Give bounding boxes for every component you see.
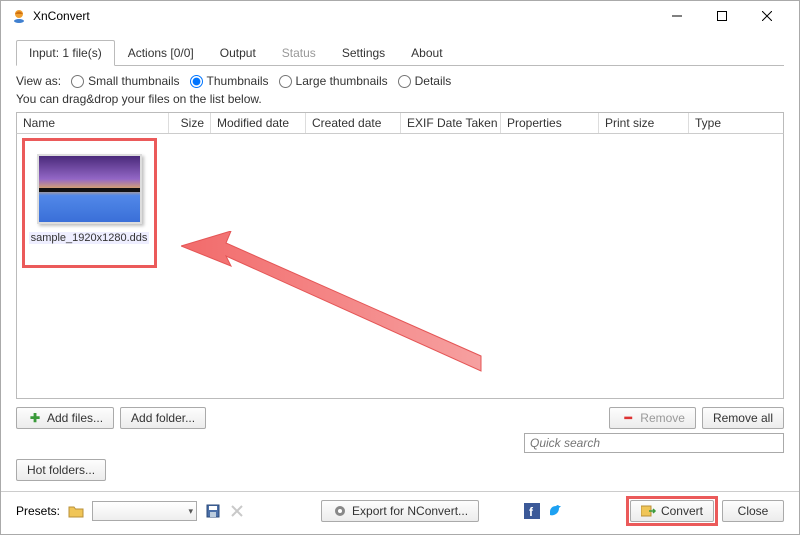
col-created[interactable]: Created date [306, 113, 401, 133]
bottom-bar: Presets: ▾ Export for NConvert... f [1, 491, 799, 534]
remove-button[interactable]: ━ Remove [609, 407, 696, 429]
twitter-icon[interactable] [548, 503, 564, 519]
tab-about[interactable]: About [398, 40, 455, 66]
tab-output[interactable]: Output [207, 40, 269, 66]
convert-button-wrap: Convert [630, 500, 714, 522]
plus-icon: ✚ [27, 410, 43, 426]
maximize-button[interactable] [699, 2, 744, 30]
convert-icon [641, 503, 657, 519]
close-app-button[interactable]: Close [722, 500, 784, 522]
tab-settings[interactable]: Settings [329, 40, 398, 66]
app-window: XnConvert Input: 1 file(s) Actions [0/0]… [0, 0, 800, 535]
presets-label: Presets: [16, 504, 60, 518]
tab-status[interactable]: Status [269, 40, 329, 66]
tab-actions[interactable]: Actions [0/0] [115, 40, 207, 66]
window-title: XnConvert [33, 9, 654, 23]
chevron-down-icon: ▾ [188, 506, 193, 517]
close-button[interactable] [744, 2, 789, 30]
radio-large-thumbs[interactable]: Large thumbnails [279, 74, 388, 88]
viewas-label: View as: [16, 74, 61, 88]
tab-bar: Input: 1 file(s) Actions [0/0] Output St… [16, 39, 784, 66]
col-modified[interactable]: Modified date [211, 113, 306, 133]
add-folder-button[interactable]: Add folder... [120, 407, 206, 429]
remove-all-button[interactable]: Remove all [702, 407, 784, 429]
app-icon [11, 8, 27, 24]
file-list[interactable]: sample_1920x1280.dds [16, 134, 784, 399]
delete-icon[interactable] [229, 503, 245, 519]
minus-icon: ━ [620, 410, 636, 426]
tab-input[interactable]: Input: 1 file(s) [16, 40, 115, 66]
hot-folders-button[interactable]: Hot folders... [16, 459, 106, 481]
file-item[interactable]: sample_1920x1280.dds [29, 146, 149, 244]
list-header: Name Size Modified date Created date EXI… [16, 112, 784, 134]
add-files-button[interactable]: ✚ Add files... [16, 407, 114, 429]
radio-details[interactable]: Details [398, 74, 452, 88]
thumbnail [37, 154, 142, 224]
folder-icon[interactable] [68, 503, 84, 519]
radio-small-thumbs[interactable]: Small thumbnails [71, 74, 179, 88]
presets-combo[interactable]: ▾ [92, 501, 197, 521]
minimize-button[interactable] [654, 2, 699, 30]
export-nconvert-button[interactable]: Export for NConvert... [321, 500, 479, 522]
titlebar: XnConvert [1, 1, 799, 31]
file-label: sample_1920x1280.dds [29, 232, 149, 244]
col-exif[interactable]: EXIF Date Taken [401, 113, 501, 133]
window-buttons [654, 2, 789, 30]
facebook-icon[interactable]: f [524, 503, 540, 519]
radio-thumbnails[interactable]: Thumbnails [190, 74, 269, 88]
col-size[interactable]: Size [169, 113, 211, 133]
list-button-row: ✚ Add files... Add folder... ━ Remove Re… [16, 407, 784, 429]
drop-hint: You can drag&drop your files on the list… [16, 92, 784, 106]
quick-search-input[interactable] [524, 433, 784, 453]
col-print[interactable]: Print size [599, 113, 689, 133]
gear-icon [332, 503, 348, 519]
col-properties[interactable]: Properties [501, 113, 599, 133]
thumbnail-image [39, 156, 140, 222]
search-row [16, 433, 784, 453]
save-icon[interactable] [205, 503, 221, 519]
content-area: Input: 1 file(s) Actions [0/0] Output St… [1, 31, 799, 481]
viewas-row: View as: Small thumbnails Thumbnails Lar… [16, 74, 784, 88]
col-type[interactable]: Type [689, 113, 783, 133]
col-name[interactable]: Name [17, 113, 169, 133]
hot-row: Hot folders... [16, 459, 784, 481]
convert-button[interactable]: Convert [630, 500, 714, 522]
